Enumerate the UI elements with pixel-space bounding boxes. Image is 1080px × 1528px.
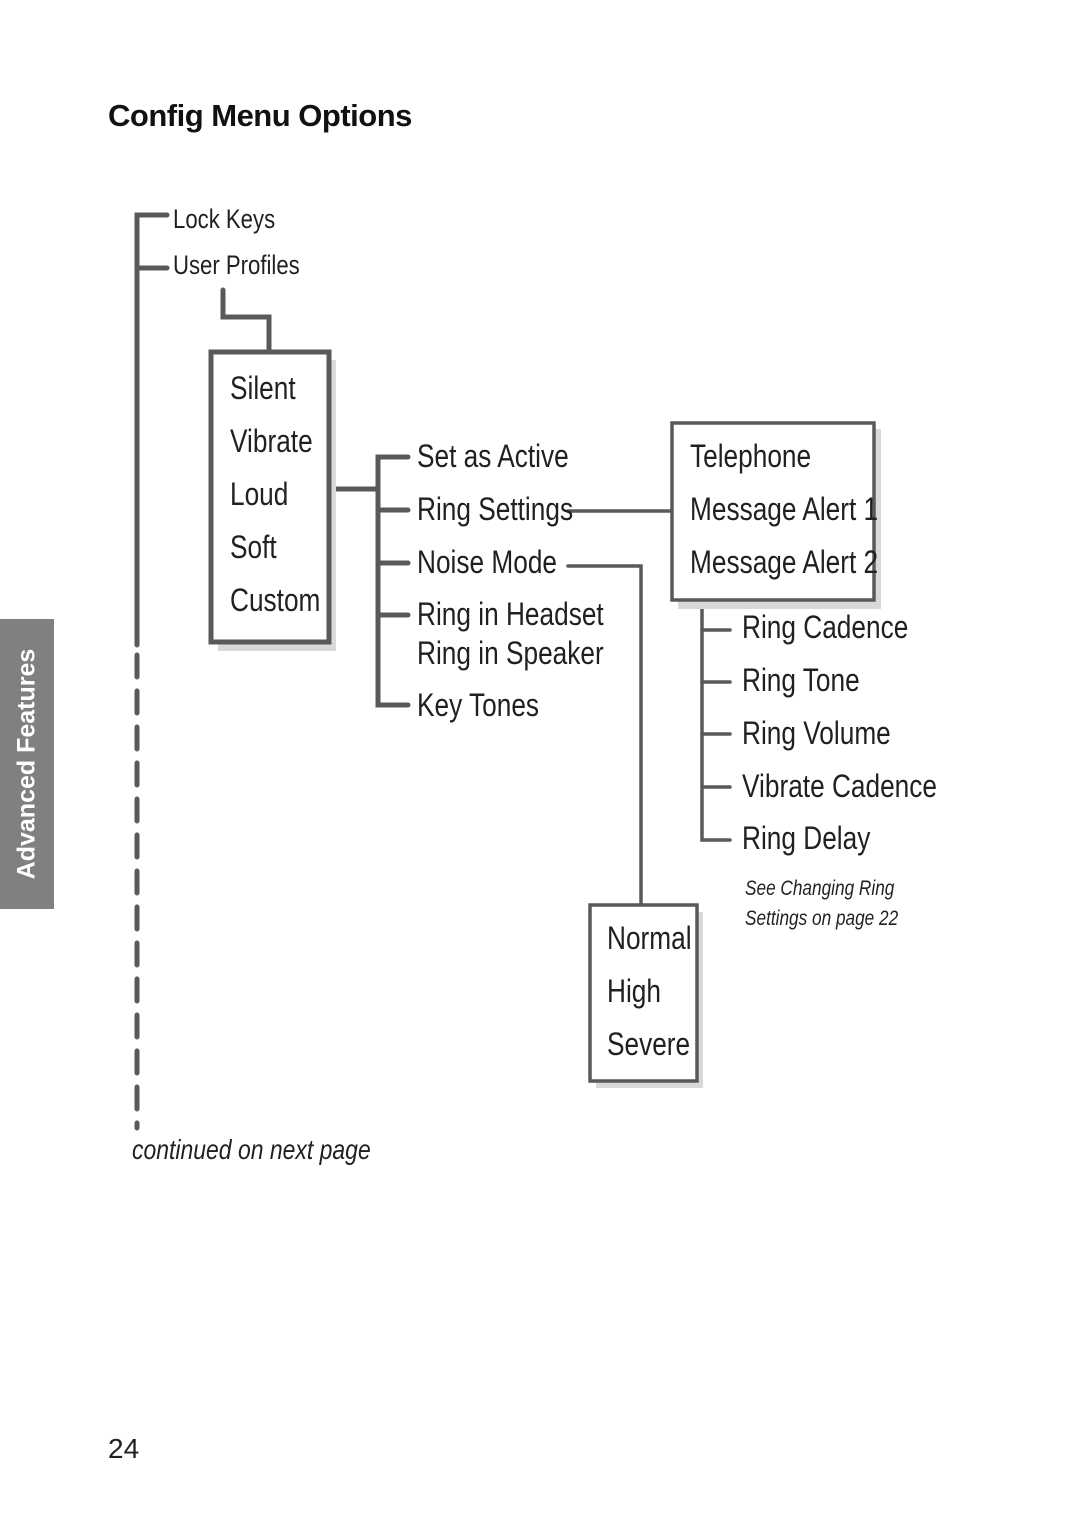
menu-item-lock-keys: Lock Keys (173, 204, 276, 234)
user-profiles-connector (220, 287, 272, 355)
ring-setting-volume: Ring Volume (742, 715, 891, 751)
option-noise-mode: Noise Mode (417, 544, 558, 580)
ring-settings-trunk (700, 598, 732, 842)
diagram-connectors (134, 212, 881, 1131)
ring-setting-delay: Ring Delay (742, 820, 871, 856)
continued-note: continued on next page (132, 1134, 371, 1165)
options-trunk-line (375, 454, 411, 708)
ring-settings-note-line-1: See Changing Ring (745, 877, 895, 900)
profile-vibrate: Vibrate (230, 423, 313, 459)
ring-settings-note-line-2: Settings on page 22 (745, 907, 899, 930)
option-ring-settings: Ring Settings (417, 491, 574, 527)
root-trunk-line (134, 212, 170, 648)
option-set-as-active: Set as Active (417, 438, 569, 474)
menu-item-user-profiles: User Profiles (173, 250, 300, 280)
ring-setting-tone: Ring Tone (742, 662, 860, 698)
ring-type-telephone: Telephone (690, 438, 812, 474)
profile-loud: Loud (230, 476, 289, 512)
ring-setting-cadence: Ring Cadence (742, 609, 909, 645)
page-number: 24 (108, 1433, 140, 1464)
option-ring-in-speaker: Ring in Speaker (417, 635, 604, 671)
profile-custom: Custom (230, 582, 321, 618)
profile-soft: Soft (230, 529, 277, 565)
option-key-tones: Key Tones (417, 687, 540, 723)
ring-type-message-alert-2: Message Alert 2 (690, 544, 879, 580)
noise-mode-high: High (607, 973, 661, 1009)
ring-setting-vibrate-cadence: Vibrate Cadence (742, 768, 937, 804)
ring-type-message-alert-1: Message Alert 1 (690, 491, 879, 527)
noise-mode-normal: Normal (607, 920, 692, 956)
option-ring-in-headset: Ring in Headset (417, 596, 604, 632)
profile-silent: Silent (230, 370, 296, 406)
noise-mode-severe: Severe (607, 1026, 691, 1062)
